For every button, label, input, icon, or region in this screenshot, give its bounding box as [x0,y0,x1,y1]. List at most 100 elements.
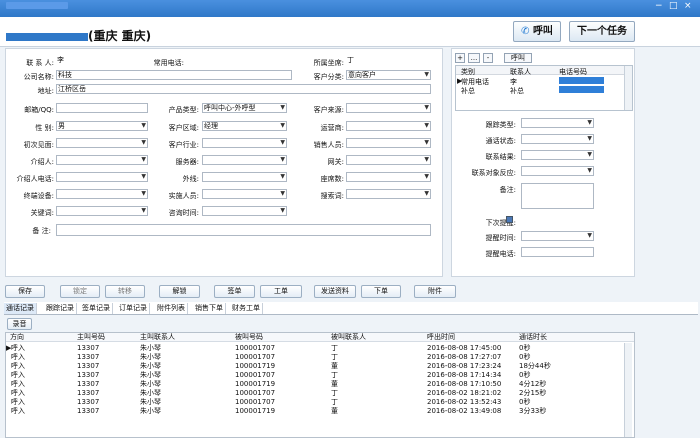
column-caller-number: 主叫号码 [77,333,105,341]
follow-type-select[interactable] [521,118,594,128]
call-status-select[interactable] [521,134,594,144]
referrer-phone-select[interactable] [56,172,148,182]
phone-field[interactable] [196,56,286,66]
company-field[interactable]: 科技 [56,70,292,80]
industry-label: 客户行业: [168,141,199,149]
gender-select[interactable]: 男 [56,121,148,131]
reminder-time-select[interactable] [521,231,594,241]
grid-row-phone[interactable] [559,77,604,84]
grid-header-phone: 电话号码 [559,68,587,76]
tab-follow-records[interactable]: 跟踪记录 [44,303,77,314]
minimize-icon[interactable]: − [655,1,663,11]
sign-order-button[interactable]: 签单 [214,285,255,298]
unlock-button[interactable]: 解锁 [159,285,200,298]
transfer-button[interactable]: 转移 [105,285,145,298]
next-reminder-checkbox[interactable] [506,216,513,223]
close-icon[interactable]: × [684,1,692,11]
table-scrollbar[interactable] [624,343,632,437]
customer-source-label: 客户来源: [313,106,344,114]
row-caller-number: 13307 [77,380,100,388]
panel-call-button[interactable]: 呼叫 [504,53,532,63]
row-called-number: 100001707 [235,398,276,406]
remove-contact-button[interactable]: - [483,53,493,63]
reaction-label: 联系对象反应: [471,169,516,177]
customer-form: 联 系 人: 李 常用电话: 所属坐席: 丁 公司名称: 科技 客户分类: 意向… [5,48,443,277]
customer-source-select[interactable] [346,103,431,113]
first-visit-select[interactable] [56,138,148,148]
edit-contact-button[interactable]: ... [468,53,480,63]
industry-select[interactable] [202,138,287,148]
operator-select[interactable] [346,121,431,131]
contact-label: 联 系 人: [26,59,54,67]
customer-category-select[interactable]: 意向客户 [346,70,431,80]
reminder-phone-field[interactable] [521,247,594,257]
server-select[interactable] [202,155,287,165]
terminal-select[interactable] [56,189,148,199]
tab-attachments[interactable]: 附件列表 [155,303,188,314]
contact-panel: + ... - 呼叫 类别 联系人 电话号码 ▶ 常用电话 李 补总 补总 跟踪… [451,48,635,277]
address-field[interactable]: 江桥区岳 [56,84,431,94]
row-direction: 呼入 [11,371,25,379]
call-button[interactable]: ✆ 呼叫 [513,21,561,42]
grid-scrollbar[interactable] [624,66,632,110]
row-called-contact: 丁 [331,344,338,352]
tab-sign-records[interactable]: 签单记录 [80,303,113,314]
contact-field[interactable]: 李 [56,56,146,66]
grid-row-phone[interactable] [559,86,604,93]
tab-order-records[interactable]: 订单记录 [117,303,150,314]
consult-time-select[interactable] [202,206,287,216]
send-materials-button[interactable]: 发送资料 [314,285,356,298]
table-row[interactable]: 呼入 13307 朱小琴 100001707 丁 2016-08-02 18:21:02 2… [6,389,626,398]
reaction-select[interactable] [521,166,594,176]
product-type-select[interactable]: 呼叫中心-外呼型 [202,103,287,113]
external-line-select[interactable] [202,172,287,182]
phone-icon: ✆ [521,26,530,37]
work-order-button[interactable]: 工单 [260,285,302,298]
row-called-number: 100001719 [235,407,276,415]
tab-sales-orders[interactable]: 销售下单 [193,303,226,314]
keyword-select[interactable] [56,206,148,216]
sales-person-select[interactable] [346,138,431,148]
row-duration: 0秒 [519,371,531,379]
email-field[interactable] [56,103,148,113]
tab-call-records[interactable]: 通话记录 [4,303,37,314]
seat-count-select[interactable] [346,172,431,182]
maximize-icon[interactable]: □ [669,1,678,11]
recording-button[interactable]: 录音 [7,318,32,330]
reminder-phone-label: 提醒电话: [485,250,516,258]
attachment-button[interactable]: 附件 [414,285,456,298]
row-time: 2016-08-08 17:45:00 [427,344,502,352]
seat-field[interactable]: 丁 [346,56,426,66]
record-tabs: 通话记录 跟踪记录 签单记录 订单记录 附件列表 销售下单 财务工单 [4,302,698,315]
save-button[interactable]: 保存 [5,285,45,298]
place-order-button[interactable]: 下单 [361,285,401,298]
row-caller-contact: 朱小琴 [140,371,161,379]
row-called-number: 100001707 [235,353,276,361]
implementer-select[interactable] [202,189,287,199]
table-row[interactable]: 呼入 13307 朱小琴 100001719 董 2016-08-08 17:23:24 1… [6,362,626,371]
next-task-button[interactable]: 下一个任务 [569,21,635,42]
contact-result-select[interactable] [521,150,594,160]
row-time: 2016-08-08 17:10:50 [427,380,502,388]
table-row[interactable]: 呼入 13307 朱小琴 100001707 丁 2016-08-08 17:14:34 0… [6,371,626,380]
grid-row-contact[interactable]: 补总 [510,86,524,96]
gateway-select[interactable] [346,155,431,165]
seat-label: 所属坐席: [313,59,344,67]
referrer-select[interactable] [56,155,148,165]
tab-finance-orders[interactable]: 财务工单 [230,303,263,314]
grid-row-category[interactable]: 补总 [461,86,475,96]
window-title-mask [6,2,68,9]
customer-region-select[interactable]: 经理 [202,121,287,131]
search-term-select[interactable] [346,189,431,199]
table-row[interactable]: 呼入 13307 朱小琴 100001707 丁 2016-08-02 13:52:43 0… [6,398,626,407]
panel-remark-field[interactable] [521,183,594,209]
table-row[interactable]: 呼入 13307 朱小琴 100001719 董 2016-08-08 17:10:50 4… [6,380,626,389]
lock-button[interactable]: 锁定 [60,285,100,298]
table-row[interactable]: 呼入 13307 朱小琴 100001719 董 2016-08-02 13:49:08 3… [6,407,626,416]
remark-field[interactable] [56,224,431,236]
add-contact-button[interactable]: + [455,53,465,63]
row-direction: 呼入 [11,380,25,388]
table-row[interactable]: 呼入 13307 朱小琴 100001707 丁 2016-08-08 17:27:07 0… [6,353,626,362]
row-called-contact: 董 [331,407,338,415]
table-row[interactable]: ▶ 呼入 13307 朱小琴 100001707 丁 2016-08-08 17:45:00… [6,344,626,353]
